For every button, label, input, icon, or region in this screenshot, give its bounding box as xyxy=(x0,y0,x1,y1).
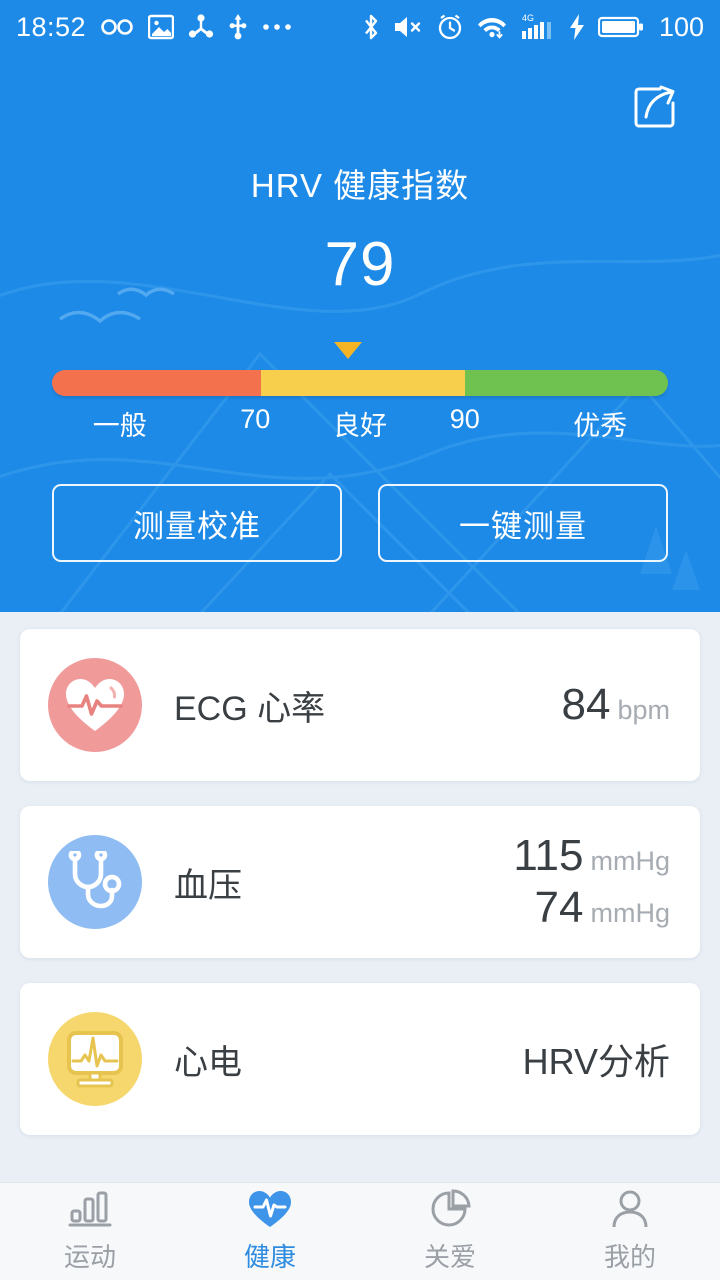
value-row-diastolic: 74 mmHg xyxy=(535,883,670,933)
more-dots-icon xyxy=(262,22,292,32)
gauge-label-2: 良好 xyxy=(333,411,387,441)
battery-icon xyxy=(597,14,644,40)
card-blood-pressure[interactable]: 血压 115 mmHg 74 mmHg xyxy=(20,806,700,958)
heart-ecg-icon xyxy=(63,675,127,735)
card-label-blood-pressure: 血压 xyxy=(174,866,242,905)
gauge-label-0: 一般 xyxy=(92,411,147,441)
alarm-clock-icon xyxy=(436,13,464,41)
app-root: 18:52 4G 100 HRV 健康指数 79 一般 70 良好 90 优秀 … xyxy=(0,0,720,1280)
status-time: 18:52 xyxy=(16,11,87,42)
card-values-blood-pressure: 115 mmHg 74 mmHg xyxy=(513,831,670,933)
usb-icon xyxy=(228,14,248,40)
hrv-hero-panel: HRV 健康指数 79 一般 70 良好 90 优秀 测量校准 一键测量 xyxy=(0,54,720,612)
share-icon xyxy=(627,79,683,135)
hrv-analysis-link[interactable]: HRV分析 xyxy=(523,1033,670,1085)
ecg-monitor-icon xyxy=(63,1028,127,1090)
gauge-segment-1 xyxy=(261,370,465,396)
page-title: HRV 健康指数 xyxy=(250,167,470,204)
battery-percent: 100 xyxy=(658,11,704,42)
status-bar-left: 18:52 xyxy=(16,12,292,43)
card-values-ecg-analysis: HRV分析 xyxy=(523,1033,670,1085)
diastolic-number: 74 xyxy=(534,883,584,932)
value-row: 84 bpm xyxy=(562,680,670,730)
stethoscope-icon xyxy=(62,848,128,913)
charging-bolt-icon xyxy=(569,14,585,40)
heart-pulse-icon xyxy=(248,1189,292,1229)
ecg-heart-rate-number: 84 xyxy=(561,680,611,729)
systolic-unit: mmHg xyxy=(590,846,671,876)
tab-sport[interactable]: 运动 xyxy=(0,1189,180,1274)
gauge-segment-0 xyxy=(52,370,262,396)
ecg-heart-rate-unit: bpm xyxy=(617,695,670,725)
share-node-icon xyxy=(188,14,214,40)
stethoscope-icon-circle xyxy=(48,835,142,929)
ecg-monitor-icon-circle xyxy=(48,1012,142,1106)
value-row-systolic: 115 mmHg xyxy=(513,831,670,881)
tab-label-mine: 我的 xyxy=(603,1242,656,1272)
volume-mute-icon xyxy=(393,14,423,40)
one-key-measure-button[interactable]: 一键测量 xyxy=(378,484,668,562)
person-icon xyxy=(608,1189,652,1229)
diastolic-unit: mmHg xyxy=(590,898,671,928)
wifi-icon xyxy=(477,14,507,40)
gauge-label-1: 70 xyxy=(240,404,271,434)
pie-chart-icon xyxy=(428,1189,472,1229)
share-button[interactable] xyxy=(624,76,686,138)
hrv-score-value: 79 xyxy=(324,230,396,299)
card-ecg-heart-rate[interactable]: ECG 心率 84 bpm xyxy=(20,629,700,781)
infinity-icon xyxy=(100,15,134,39)
card-ecg-analysis[interactable]: 心电 HRV分析 xyxy=(20,983,700,1135)
gauge-segment-2 xyxy=(464,370,668,396)
svg-text:4G: 4G xyxy=(522,13,534,23)
tab-label-care: 关爱 xyxy=(423,1242,476,1272)
calibrate-button[interactable]: 测量校准 xyxy=(52,484,342,562)
tab-care[interactable]: 关爱 xyxy=(360,1189,540,1274)
image-icon xyxy=(147,14,175,40)
bluetooth-icon xyxy=(362,13,380,41)
metric-card-list: ECG 心率 84 bpm 血压 115 mmHg 74 mmHg 心电 HRV… xyxy=(0,612,720,1182)
value-row: HRV分析 xyxy=(523,1033,670,1085)
tab-mine[interactable]: 我的 xyxy=(540,1189,720,1274)
status-bar-right: 4G 100 xyxy=(362,12,704,43)
bar-chart-icon xyxy=(68,1189,112,1229)
card-label-ecg: ECG 心率 xyxy=(174,689,326,728)
signal-4g-icon: 4G xyxy=(520,12,556,42)
tab-label-sport: 运动 xyxy=(63,1242,116,1272)
tab-health[interactable]: 健康 xyxy=(180,1189,360,1274)
status-bar: 18:52 4G 100 xyxy=(0,0,720,54)
tab-label-health: 健康 xyxy=(243,1242,296,1272)
gauge-labels: 一般 70 良好 90 优秀 xyxy=(52,404,668,444)
card-values-ecg: 84 bpm xyxy=(562,680,670,730)
heart-ecg-icon-circle xyxy=(48,658,142,752)
gauge-label-4: 优秀 xyxy=(573,411,628,441)
systolic-number: 115 xyxy=(513,831,584,880)
bottom-tab-bar: 运动 健康 关爱 我的 xyxy=(0,1182,720,1280)
card-label-ecg-analysis: 心电 xyxy=(174,1043,242,1082)
gauge-label-3: 90 xyxy=(449,404,480,434)
gauge-bar xyxy=(52,370,668,396)
gauge-marker-triangle xyxy=(333,342,362,359)
hero-action-buttons: 测量校准 一键测量 xyxy=(0,484,720,562)
